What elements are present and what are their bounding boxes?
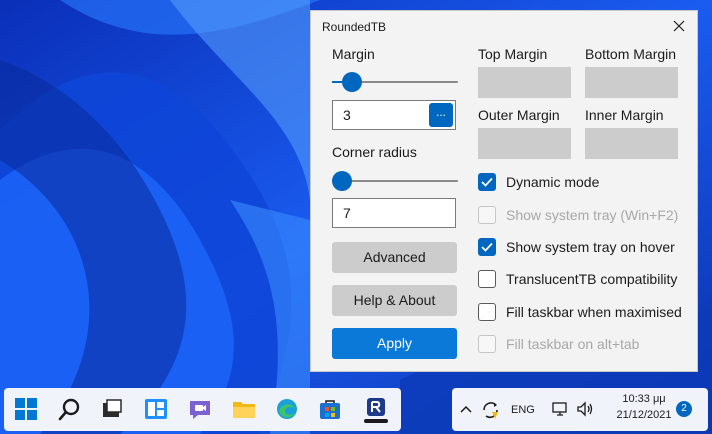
windows-start-icon xyxy=(15,398,37,420)
margin-value: 3 xyxy=(343,107,351,123)
corner-radius-label: Corner radius xyxy=(332,144,417,160)
corner-radius-input[interactable]: 7 xyxy=(332,198,456,228)
corner-radius-slider[interactable] xyxy=(332,170,458,192)
inner-margin-label: Inner Margin xyxy=(585,107,664,123)
network-button[interactable] xyxy=(552,401,568,417)
network-icon xyxy=(552,402,567,416)
show-system-tray-checkbox[interactable]: Show system tray (Win+F2) xyxy=(478,205,688,227)
checkbox-label: Show system tray on hover xyxy=(506,239,675,255)
close-icon xyxy=(673,20,685,32)
roundedtb-icon xyxy=(364,398,388,423)
store-button[interactable] xyxy=(310,388,350,431)
roundedtb-taskbar-button[interactable] xyxy=(356,388,396,431)
margin-label: Margin xyxy=(332,46,375,62)
close-button[interactable] xyxy=(663,13,695,41)
checkbox-box[interactable] xyxy=(478,206,496,224)
chevron-up-icon xyxy=(460,405,472,413)
checkbox-box[interactable] xyxy=(478,238,496,256)
chat-icon xyxy=(190,401,210,419)
show-hidden-icons-button[interactable] xyxy=(458,401,474,417)
inner-margin-input[interactable] xyxy=(585,128,678,159)
clock-time[interactable]: 10:33 μμ xyxy=(618,393,670,405)
top-margin-label: Top Margin xyxy=(478,46,548,62)
edge-button[interactable] xyxy=(267,388,307,431)
search-icon xyxy=(58,398,80,421)
chat-button[interactable] xyxy=(180,388,220,431)
fill-taskbar-maximised-checkbox[interactable]: Fill taskbar when maximised xyxy=(478,302,688,324)
language-indicator[interactable]: ENG xyxy=(511,404,535,416)
checkbox-label: Fill taskbar on alt+tab xyxy=(506,336,640,352)
store-icon xyxy=(320,400,340,419)
widgets-icon xyxy=(145,399,167,419)
translucenttb-compat-checkbox[interactable]: TranslucentTB compatibility xyxy=(478,269,688,291)
checkbox-box[interactable] xyxy=(478,173,496,191)
slider-thumb[interactable] xyxy=(342,72,363,92)
checkbox-label: Fill taskbar when maximised xyxy=(506,304,682,320)
dynamic-mode-checkbox[interactable]: Dynamic mode xyxy=(478,172,688,194)
widgets-button[interactable] xyxy=(136,388,176,431)
volume-button[interactable] xyxy=(576,401,594,417)
corner-radius-value: 7 xyxy=(343,205,351,221)
checkbox-label: Show system tray (Win+F2) xyxy=(506,207,679,223)
system-tray: ENG 10:33 μμ 21/12/2021 2 xyxy=(452,388,708,431)
sync-warning-icon xyxy=(483,402,498,419)
checkbox-box[interactable] xyxy=(478,335,496,353)
checkbox-label: TranslucentTB compatibility xyxy=(506,271,678,287)
outer-margin-label: Outer Margin xyxy=(478,107,560,123)
show-tray-on-hover-checkbox[interactable]: Show system tray on hover xyxy=(478,237,688,259)
file-explorer-button[interactable] xyxy=(224,388,264,431)
top-margin-input[interactable] xyxy=(478,67,571,98)
sync-tray-button[interactable] xyxy=(480,399,502,421)
checkbox-label: Dynamic mode xyxy=(506,174,600,190)
outer-margin-input[interactable] xyxy=(478,128,571,159)
bottom-margin-label: Bottom Margin xyxy=(585,46,677,62)
speaker-icon xyxy=(577,401,593,417)
bottom-margin-input[interactable] xyxy=(585,67,678,98)
notification-badge[interactable]: 2 xyxy=(676,401,692,417)
roundedtb-window: RoundedTB Margin 3 ... Corner radius 7 A… xyxy=(310,10,698,372)
edge-icon xyxy=(277,399,297,419)
slider-thumb[interactable] xyxy=(332,171,353,191)
advanced-button[interactable]: Advanced xyxy=(332,242,457,273)
task-view-icon xyxy=(103,399,122,417)
margin-browse-button[interactable]: ... xyxy=(429,103,453,127)
task-view-button[interactable] xyxy=(92,388,132,431)
checkbox-box[interactable] xyxy=(478,270,496,288)
margin-slider[interactable] xyxy=(332,71,458,93)
start-button[interactable] xyxy=(6,388,46,431)
apply-button[interactable]: Apply xyxy=(332,328,457,359)
checkbox-box[interactable] xyxy=(478,303,496,321)
fill-taskbar-alt-tab-checkbox[interactable]: Fill taskbar on alt+tab xyxy=(478,334,688,356)
file-explorer-icon xyxy=(233,402,255,418)
search-button[interactable] xyxy=(50,388,90,431)
taskbar xyxy=(4,388,401,431)
window-title: RoundedTB xyxy=(322,20,387,34)
clock-date[interactable]: 21/12/2021 xyxy=(614,409,674,421)
help-about-button[interactable]: Help & About xyxy=(332,285,457,316)
